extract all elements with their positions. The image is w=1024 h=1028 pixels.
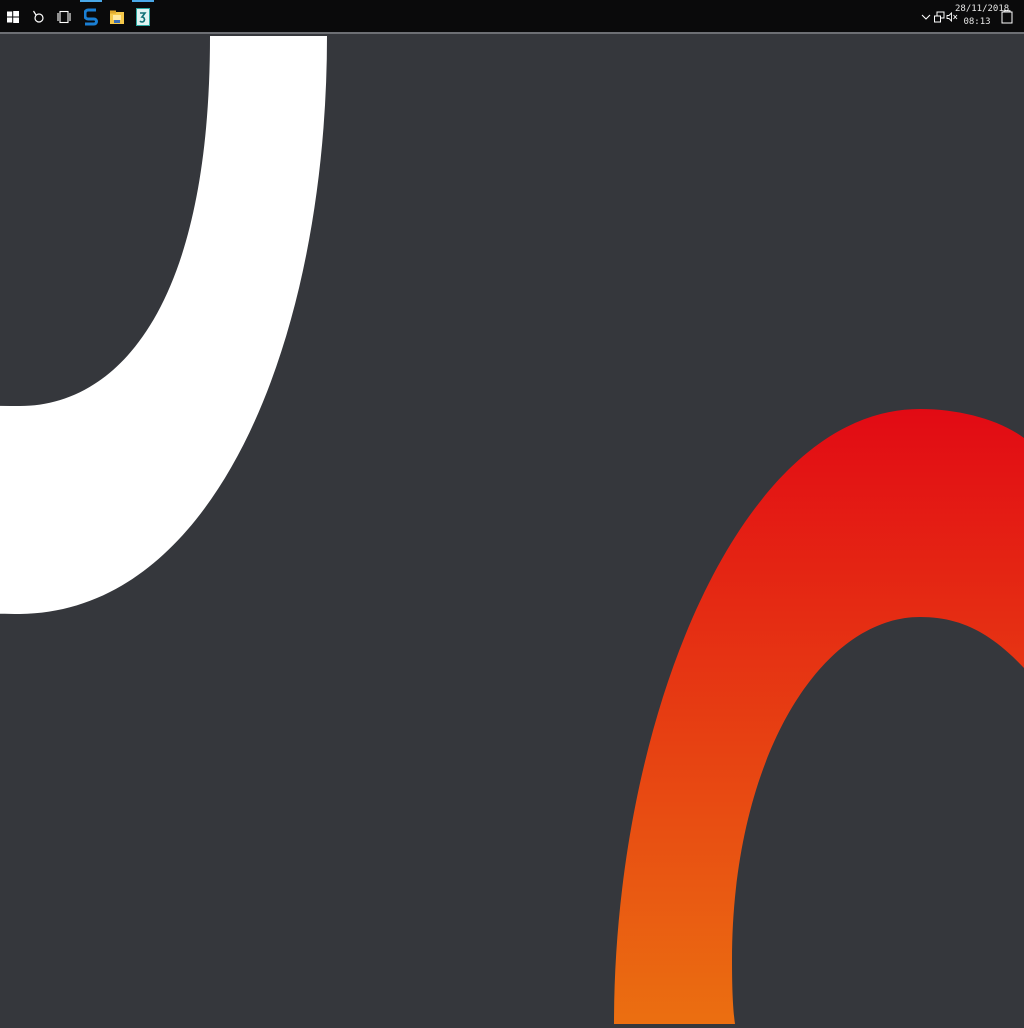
task-view-icon	[57, 10, 71, 24]
wallpaper-graphic	[0, 36, 1024, 1024]
taskbar-clock[interactable]: 28/11/2018 08:13	[955, 3, 1010, 29]
taskbar-app-notes[interactable]	[130, 0, 156, 34]
notification-icon	[1001, 10, 1013, 24]
show-hidden-icons-button[interactable]	[919, 0, 933, 34]
action-center-button[interactable]	[999, 0, 1015, 34]
file-explorer-icon	[110, 10, 124, 24]
windows-start-icon	[7, 11, 19, 23]
desktop-wallpaper[interactable]	[0, 36, 1024, 1024]
clock-date: 28/11/2018	[955, 4, 1010, 14]
clock-time: 08:13	[963, 17, 991, 27]
taskbar: 28/11/2018 08:13	[0, 0, 1024, 34]
chevron-down-icon	[921, 14, 931, 20]
start-button[interactable]	[0, 0, 26, 34]
taskbar-app-browser[interactable]	[78, 0, 104, 34]
search-button[interactable]	[26, 0, 52, 34]
browser-icon	[84, 8, 98, 26]
network-icon	[934, 11, 945, 23]
search-icon	[32, 10, 44, 23]
notes-app-icon	[136, 8, 150, 26]
task-view-button[interactable]	[51, 0, 77, 34]
taskbar-app-file-explorer[interactable]	[104, 0, 130, 34]
